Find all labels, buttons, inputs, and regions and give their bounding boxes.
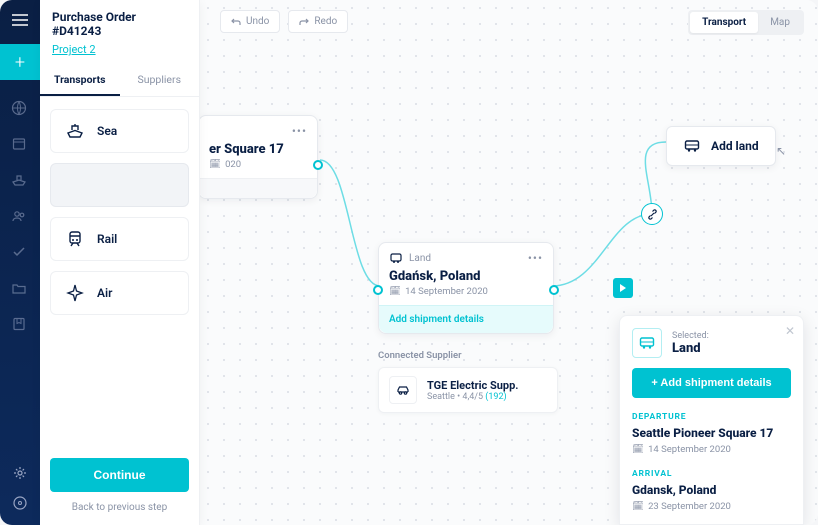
nav-rail: + (0, 0, 40, 525)
node-menu-icon[interactable]: ••• (528, 251, 543, 265)
continue-button[interactable]: Continue (50, 458, 189, 492)
nav-users-icon[interactable] (11, 208, 29, 226)
calendar-icon: 🗓 (632, 444, 644, 455)
departure-date: 14 September 2020 (648, 444, 731, 455)
node-seattle-title: er Square 17 (199, 142, 317, 159)
supplier-card[interactable]: TGE Electric Supp. Seattle • 4,4/5 (192) (378, 367, 558, 413)
plane-icon (65, 283, 85, 303)
mode-rail[interactable]: Rail (50, 217, 189, 261)
nav-folder-icon[interactable] (11, 280, 29, 298)
side-panel: Purchase Order #D41243 Project 2 Transpo… (40, 0, 200, 525)
view-switch: Transport Map (688, 10, 804, 35)
add-button[interactable]: + (0, 44, 40, 80)
node-gdansk-title: Gdańsk, Poland (379, 269, 553, 286)
mode-air[interactable]: Air (50, 271, 189, 315)
detail-drawer: ✕ Selected: Land + Add shipment details … (619, 315, 804, 525)
link-icon[interactable] (641, 203, 663, 225)
flow-canvas[interactable]: Undo Redo Transport Map ••• er Square 17… (200, 0, 818, 525)
supplier-meta: Seattle • 4,4/5 (192) (427, 392, 518, 402)
supplier-name: TGE Electric Supp. (427, 379, 518, 392)
view-map[interactable]: Map (758, 12, 802, 33)
bus-icon (683, 137, 701, 155)
node-gdansk[interactable]: Land ••• Gdańsk, Poland 🗓14 September 20… (378, 242, 554, 334)
supplier-section-label: Connected Supplier (378, 350, 558, 361)
connected-supplier: Connected Supplier TGE Electric Supp. Se… (378, 350, 558, 413)
node-menu-icon[interactable]: ••• (292, 124, 307, 138)
calendar-icon: 🗓 (389, 286, 401, 297)
bus-icon (632, 328, 662, 358)
selected-label: Selected: (672, 331, 709, 341)
cursor-icon: ↖ (776, 144, 786, 158)
redo-button[interactable]: Redo (288, 10, 348, 33)
arrival-title: Gdansk, Poland (632, 483, 791, 497)
node-seattle[interactable]: ••• er Square 17 🗓020 (198, 115, 318, 199)
arrival-label: ARRIVAL (632, 469, 791, 479)
add-shipment-button[interactable]: + Add shipment details (632, 368, 791, 398)
page-title: Purchase Order #D41243 (52, 10, 187, 38)
ship-icon (65, 121, 85, 141)
calendar-icon: 🗓 (209, 159, 221, 170)
train-icon (65, 229, 85, 249)
tab-transports[interactable]: Transports (40, 63, 120, 96)
view-transport[interactable]: Transport (690, 12, 758, 33)
mode-placeholder[interactable] (50, 163, 189, 207)
close-icon[interactable]: ✕ (785, 324, 795, 338)
nav-settings-icon[interactable] (12, 465, 28, 481)
nav-bookmark-icon[interactable] (11, 316, 29, 334)
add-shipment-link[interactable]: Add shipment details (379, 305, 553, 333)
departure-title: Seattle Pioneer Square 17 (632, 426, 791, 440)
nav-help-icon[interactable] (12, 495, 28, 511)
tab-suppliers[interactable]: Suppliers (120, 63, 200, 96)
mode-sea[interactable]: Sea (50, 109, 189, 153)
car-icon (389, 376, 417, 404)
nav-package-icon[interactable] (11, 136, 29, 154)
back-link[interactable]: Back to previous step (50, 502, 189, 513)
nav-globe-icon[interactable] (11, 100, 29, 118)
mode-rail-label: Rail (97, 232, 117, 246)
arrival-date: 23 September 2020 (648, 501, 731, 512)
undo-button[interactable]: Undo (220, 10, 280, 33)
departure-label: DEPARTURE (632, 412, 791, 422)
nav-check-icon[interactable] (11, 244, 29, 262)
play-button[interactable] (613, 278, 633, 298)
menu-icon[interactable] (6, 6, 34, 34)
mode-sea-label: Sea (97, 124, 117, 138)
project-link[interactable]: Project 2 (52, 43, 96, 56)
mode-air-label: Air (97, 286, 112, 300)
bus-icon (389, 251, 403, 265)
add-land-button[interactable]: Add land (666, 126, 776, 166)
calendar-icon: 🗓 (632, 501, 644, 512)
selected-value: Land (672, 341, 709, 356)
nav-ship-icon[interactable] (11, 172, 29, 190)
